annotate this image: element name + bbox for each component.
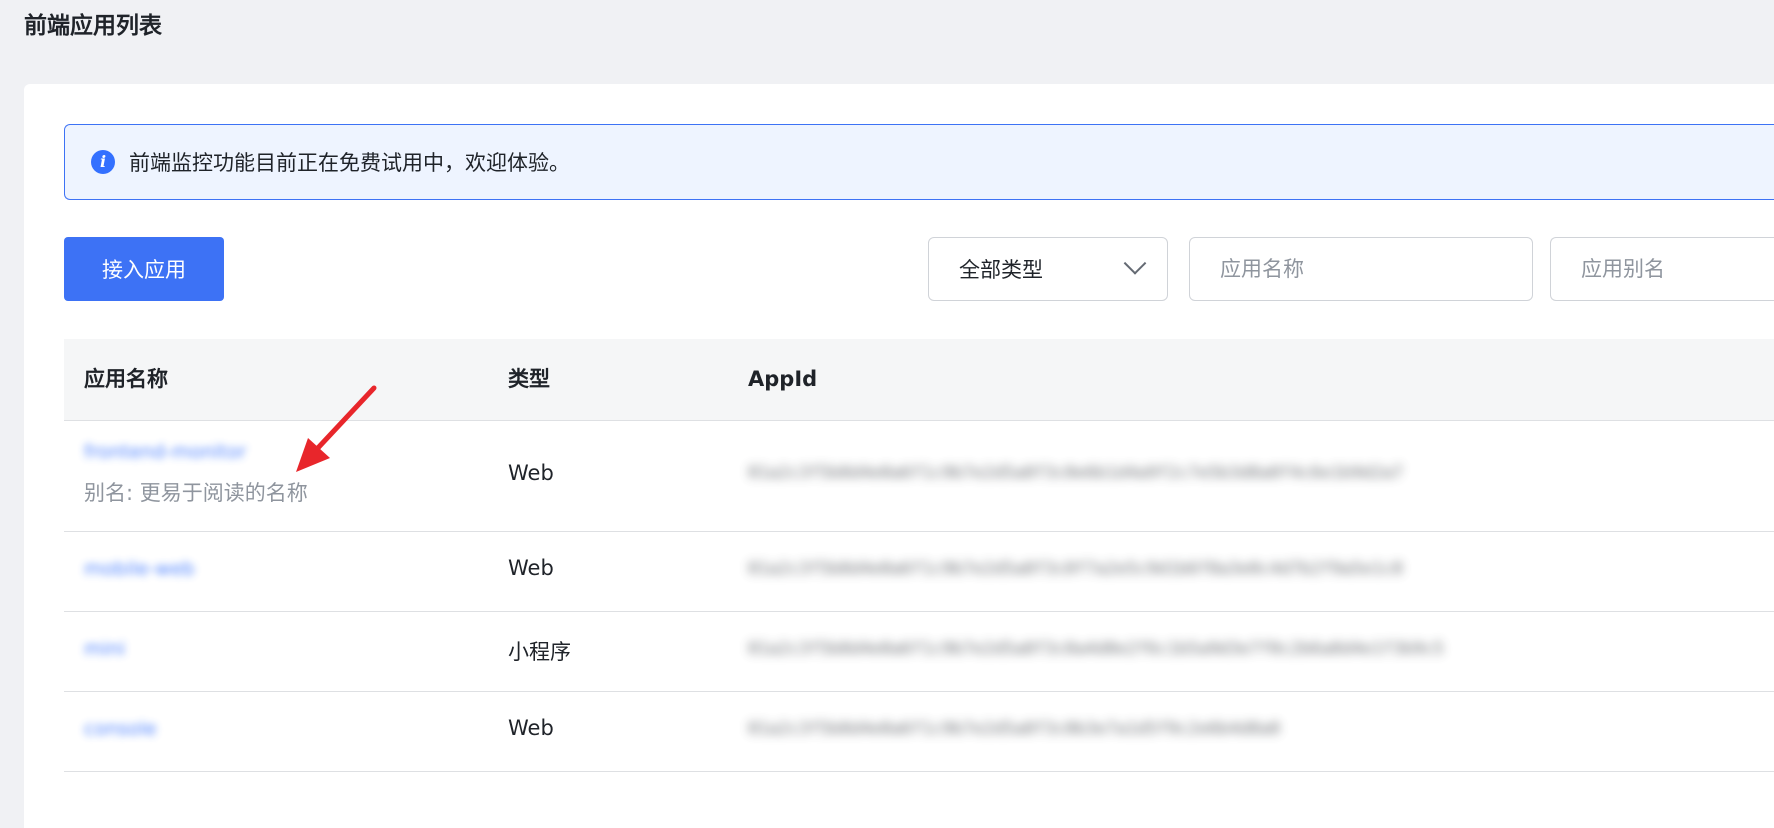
app-name-link[interactable]: frontend-monitor bbox=[84, 441, 246, 463]
app-id: 01a2c3f5b8d4e0a6f1c9b7e2d5a8f3c0e6b1d4a9… bbox=[748, 463, 1404, 483]
app-type: 小程序 bbox=[508, 640, 571, 664]
column-header-app-name: 应用名称 bbox=[84, 367, 168, 391]
trial-notice: i 前端监控功能目前正在免费试用中，欢迎体验。 bbox=[64, 124, 1774, 200]
column-header-type: 类型 bbox=[508, 367, 550, 391]
app-type: Web bbox=[508, 556, 554, 580]
app-name-input[interactable] bbox=[1189, 237, 1533, 301]
info-icon: i bbox=[91, 150, 115, 174]
app-alias-text: 别名: 更易于阅读的名称 bbox=[84, 481, 308, 505]
app-id: 01a2c3f5b8d4e0a6f1c9b7e2d5a8f3c0a4d8e2f6… bbox=[748, 639, 1444, 659]
app-alias-input[interactable] bbox=[1550, 237, 1774, 301]
type-select-value: 全部类型 bbox=[959, 258, 1043, 282]
arrow-icon bbox=[296, 385, 377, 472]
column-header-appid: AppId bbox=[748, 367, 818, 391]
app-type: Web bbox=[508, 461, 554, 485]
table-row: mobile-web Web 01a2c3f5b8d4e0a6f1c9b7e2d… bbox=[64, 532, 1774, 612]
app-id: 01a2c3f5b8d4e0a6f1c9b7e2d5a8f3c0b3e7a1d5… bbox=[748, 719, 1281, 739]
app-name-link[interactable]: console bbox=[84, 718, 157, 740]
app-type: Web bbox=[508, 716, 554, 740]
chevron-down-icon bbox=[1123, 252, 1147, 275]
app-name-link[interactable]: mini bbox=[84, 638, 125, 660]
table-row: console Web 01a2c3f5b8d4e0a6f1c9b7e2d5a8… bbox=[64, 692, 1774, 772]
notice-text: 前端监控功能目前正在免费试用中，欢迎体验。 bbox=[129, 151, 570, 175]
app-list-card: i 前端监控功能目前正在免费试用中，欢迎体验。 接入应用 全部类型 应用名称 类… bbox=[24, 84, 1774, 828]
app-name-link[interactable]: mobile-web bbox=[84, 558, 195, 580]
app-id: 01a2c3f5b8d4e0a6f1c9b7e2d5a8f3c0f7a2e5c9… bbox=[748, 559, 1404, 579]
table-row: mini 小程序 01a2c3f5b8d4e0a6f1c9b7e2d5a8f3c… bbox=[64, 612, 1774, 692]
type-select[interactable]: 全部类型 bbox=[928, 237, 1168, 301]
page-title: 前端应用列表 bbox=[24, 13, 162, 39]
add-app-button[interactable]: 接入应用 bbox=[64, 237, 224, 301]
